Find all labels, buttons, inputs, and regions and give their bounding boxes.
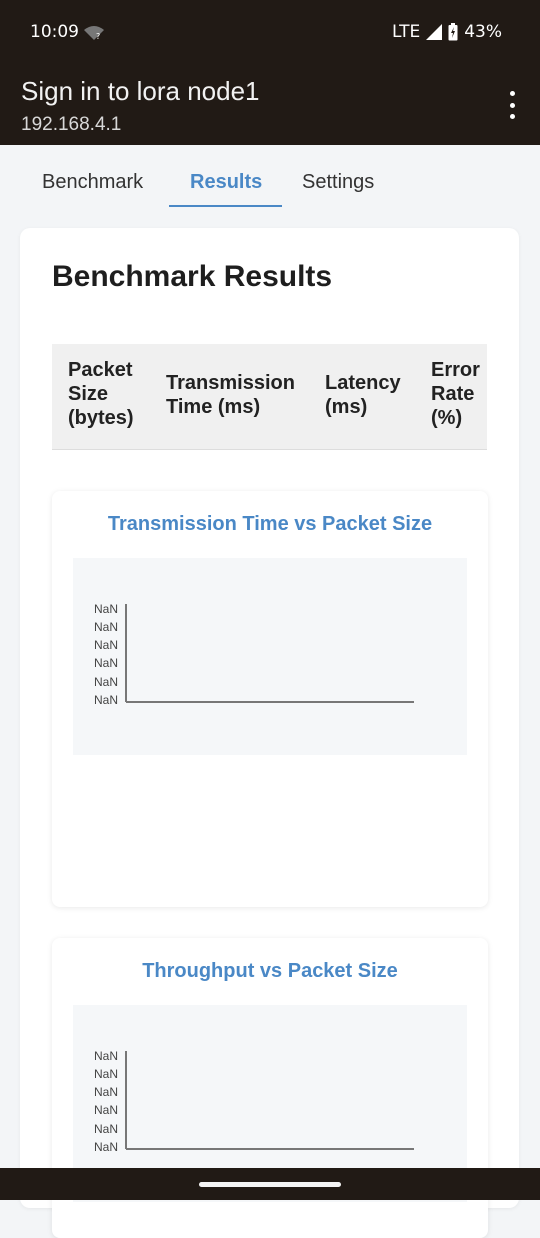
- y-tick-label: NaN: [94, 1085, 118, 1099]
- tab-results[interactable]: Results: [190, 171, 262, 194]
- network-type: LTE: [391, 22, 421, 42]
- chart-svg: NaN NaN NaN NaN NaN NaN: [94, 602, 414, 707]
- svg-text:?: ?: [96, 32, 100, 40]
- y-tick-label: NaN: [94, 693, 118, 707]
- y-tick-label: NaN: [94, 675, 118, 689]
- tab-benchmark[interactable]: Benchmark: [42, 171, 143, 194]
- y-tick-label: NaN: [94, 1067, 118, 1081]
- navigation-bar: [0, 1168, 540, 1200]
- results-card: Benchmark Results Packet Size (bytes) Tr…: [20, 228, 519, 1238]
- page-url: 192.168.4.1: [21, 114, 122, 135]
- more-options-icon[interactable]: [504, 91, 520, 119]
- y-tick-label: NaN: [94, 1103, 118, 1117]
- battery-icon: [448, 23, 458, 41]
- results-heading: Benchmark Results: [52, 260, 333, 293]
- transmission-time-chart-card: Transmission Time vs Packet Size NaN NaN…: [52, 491, 488, 907]
- chart-title: Transmission Time vs Packet Size: [107, 513, 433, 535]
- y-tick-label: NaN: [94, 620, 118, 634]
- page-title: Sign in to lora node1: [21, 76, 260, 106]
- y-tick-label: NaN: [94, 656, 118, 670]
- y-tick-label: NaN: [94, 638, 118, 652]
- column-header-error-rate: Error Rate (%): [431, 359, 480, 429]
- app-bar: Sign in to lora node1 192.168.4.1: [0, 64, 540, 145]
- wifi-icon: ?: [84, 26, 104, 40]
- y-tick-label: NaN: [94, 1049, 118, 1063]
- tab-bar: Benchmark Results Settings: [0, 145, 540, 207]
- column-header-transmission-time: Transmission Time (ms): [166, 372, 295, 418]
- column-header-latency: Latency (ms): [325, 372, 401, 418]
- signal-icon: [426, 24, 443, 40]
- home-gesture-handle[interactable]: [199, 1182, 341, 1187]
- tab-settings[interactable]: Settings: [302, 171, 374, 194]
- chart-title: Throughput vs Packet Size: [142, 960, 398, 982]
- y-tick-label: NaN: [94, 602, 118, 616]
- battery-level: 43%: [464, 22, 502, 42]
- y-tick-label: NaN: [94, 1140, 118, 1154]
- y-tick-label: NaN: [94, 1122, 118, 1136]
- results-table-header: Packet Size (bytes) Transmission Time (m…: [52, 344, 487, 450]
- status-right: LTE 43%: [392, 22, 502, 42]
- status-time: 10:09: [30, 22, 79, 42]
- transmission-time-chart: NaN NaN NaN NaN NaN NaN: [73, 558, 467, 755]
- column-header-packet-size: Packet Size (bytes): [68, 359, 134, 429]
- active-tab-indicator: [169, 205, 282, 207]
- status-bar: 10:09 ? LTE 43%: [0, 0, 540, 64]
